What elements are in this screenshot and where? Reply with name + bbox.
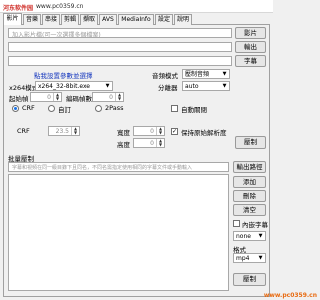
- tab-capture[interactable]: 擷取: [80, 14, 98, 25]
- subtitle-mode-select[interactable]: none ▼: [233, 231, 266, 241]
- batch-start-button[interactable]: 壓制: [233, 273, 266, 286]
- width-spinner[interactable]: 0 ▲ ▼: [133, 126, 165, 136]
- tab-bar: 影片 音樂 串接 剪輯 擷取 AVS MediaInfo 設定 說明: [3, 13, 270, 26]
- watermark-text: www.pc0359.cn: [263, 292, 317, 299]
- auto-close-label: 自動關閉: [181, 106, 207, 114]
- custom-radio-label: 自訂: [58, 106, 71, 114]
- tab-avs[interactable]: AVS: [99, 14, 117, 25]
- batch-remove-button[interactable]: 刪除: [233, 190, 266, 202]
- spinner-arrows-icon[interactable]: ▲ ▼: [156, 139, 164, 147]
- video-file-input[interactable]: 加入影片檔(可一次選擇多個檔案): [8, 28, 232, 38]
- subtitle-button[interactable]: 字幕: [235, 55, 266, 67]
- width-value: 0: [150, 128, 154, 135]
- output-file-input[interactable]: [8, 42, 232, 52]
- subtitle-file-input[interactable]: [8, 56, 232, 66]
- height-spinner[interactable]: 0 ▲ ▼: [133, 138, 165, 148]
- splitter-label: 分離器: [158, 84, 178, 92]
- tab-audio[interactable]: 音樂: [23, 14, 41, 25]
- title-url: www.pc0359.cn: [36, 3, 84, 10]
- spinner-arrows-icon[interactable]: ▲ ▼: [53, 93, 61, 101]
- encode-frames-spinner[interactable]: 0 ▲ ▼: [92, 92, 124, 102]
- format-select[interactable]: mp4 ▼: [233, 253, 266, 263]
- embed-subtitle-checkbox[interactable]: [233, 220, 240, 227]
- encoder-select-value: x264_32-8bit.exe: [38, 83, 90, 90]
- tab-settings[interactable]: 設定: [155, 14, 173, 25]
- batch-output-path-button[interactable]: 輸出路徑: [233, 161, 266, 173]
- crf-radio[interactable]: [12, 105, 19, 112]
- batch-subtitle-input[interactable]: 字幕和視頻在同一級目錄下且同名，不同名需指定使用相同的字幕文件或手動輸入: [8, 162, 229, 172]
- format-value: mp4: [236, 255, 250, 262]
- keep-aspect-checkbox[interactable]: ✓: [171, 128, 178, 135]
- chevron-down-icon: ▼: [258, 233, 263, 239]
- start-frame-value: 0: [47, 94, 51, 101]
- encoder-select[interactable]: x264_32-8bit.exe ▼: [35, 81, 113, 91]
- crf-spinner[interactable]: 23.5 ▲ ▼: [48, 126, 80, 136]
- crf-radio-label: CRF: [22, 104, 35, 112]
- title-prefix: 河东软件园: [3, 5, 34, 12]
- compress-button[interactable]: 壓制: [235, 136, 266, 149]
- chevron-down-icon: ▼: [105, 83, 110, 89]
- audio-mode-label: 音頻模式: [152, 72, 178, 80]
- spinner-arrows-icon[interactable]: ▲ ▼: [71, 127, 79, 135]
- chevron-down-icon: ▼: [222, 83, 227, 89]
- height-label: 高度: [117, 141, 130, 149]
- width-label: 寬度: [117, 129, 130, 137]
- twopass-radio-label: 2Pass: [105, 104, 124, 112]
- chevron-down-icon: ▼: [222, 71, 227, 77]
- height-value: 0: [150, 140, 154, 147]
- audio-mode-select[interactable]: 壓制音頻 ▼: [182, 69, 230, 79]
- chevron-down-icon: ▼: [258, 255, 263, 261]
- batch-clear-button[interactable]: 清空: [233, 204, 266, 216]
- title-bar: 河东软件园 www.pc0359.cn: [0, 0, 273, 13]
- video-panel: 加入影片檔(可一次選擇多個檔案) 影片 輸出 字幕 點我設置參數並選擇 x264…: [3, 25, 270, 297]
- batch-add-button[interactable]: 添加: [233, 176, 266, 188]
- twopass-radio[interactable]: [95, 105, 102, 112]
- tab-join[interactable]: 串接: [42, 14, 60, 25]
- tab-mediainfo[interactable]: MediaInfo: [118, 14, 154, 25]
- encoder-label: x264模式: [9, 84, 39, 92]
- tab-cut[interactable]: 剪輯: [61, 14, 79, 25]
- output-button[interactable]: 輸出: [235, 41, 266, 53]
- auto-close-checkbox[interactable]: [171, 105, 178, 112]
- crf-field-label: CRF: [17, 127, 30, 135]
- tab-help[interactable]: 說明: [174, 14, 192, 25]
- embed-subtitle-label: 內嵌字幕: [242, 221, 268, 229]
- spinner-arrows-icon[interactable]: ▲ ▼: [115, 93, 123, 101]
- custom-radio[interactable]: [48, 105, 55, 112]
- spinner-arrows-icon[interactable]: ▲ ▼: [156, 127, 164, 135]
- audio-mode-value: 壓制音頻: [185, 71, 210, 78]
- splitter-select[interactable]: auto ▼: [182, 81, 230, 91]
- preset-link[interactable]: 點我設置參數並選擇: [34, 70, 93, 80]
- subtitle-mode-value: none: [236, 233, 251, 240]
- batch-file-list[interactable]: [8, 174, 229, 291]
- open-video-button[interactable]: 影片: [235, 27, 266, 39]
- encode-frames-label: 編碼幀數: [66, 95, 92, 103]
- crf-value: 23.5: [55, 128, 69, 135]
- start-frame-label: 起始幀: [9, 95, 29, 103]
- encode-frames-value: 0: [109, 94, 113, 101]
- splitter-value: auto: [185, 83, 199, 90]
- keep-aspect-label: 保持原始解析度: [181, 129, 227, 137]
- start-frame-spinner[interactable]: 0 ▲ ▼: [30, 92, 62, 102]
